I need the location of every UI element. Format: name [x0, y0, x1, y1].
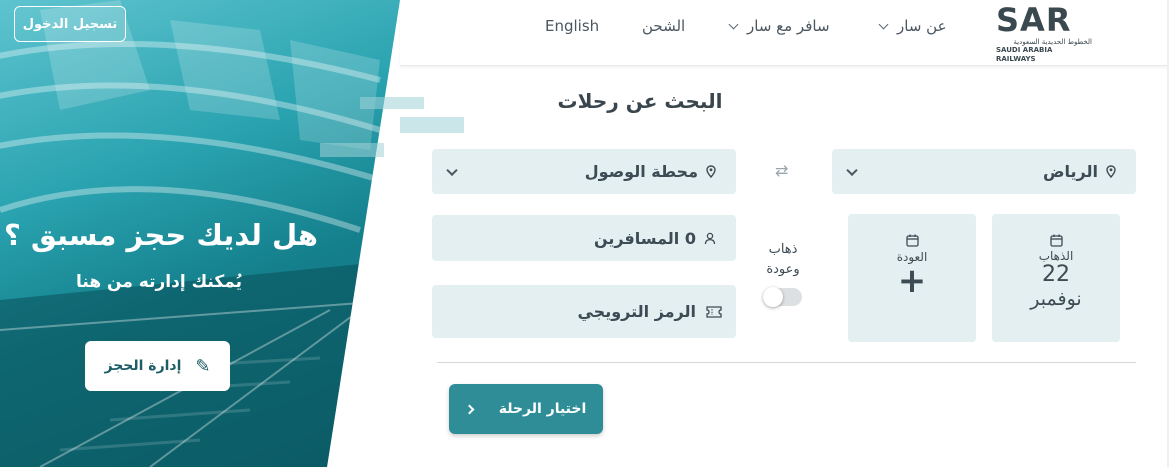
nav-language[interactable]: English	[545, 17, 599, 35]
nav-language-label: English	[545, 17, 600, 35]
location-pin-icon	[706, 165, 716, 178]
decor-block	[360, 97, 424, 109]
sar-logo[interactable]: SAR الخطوط الحديدية السعودية SAUDI ARABI…	[996, 1, 1092, 63]
add-return-icon[interactable]: +	[848, 264, 976, 298]
return-date-picker[interactable]: العودة +	[848, 214, 976, 342]
top-navigation-bar: English الشحن سافر مع سار عن سار SAR الخ…	[400, 0, 1169, 66]
passengers-selector[interactable]: 0 المسافرين	[432, 215, 736, 261]
login-button[interactable]: تسجيل الدخول	[14, 6, 126, 42]
destination-station-value: محطة الوصول	[584, 162, 698, 181]
round-trip-label: ذهاب وعودة	[760, 240, 806, 280]
nav-about-label: عن سار	[897, 17, 947, 35]
departure-label: الذهاب	[1038, 249, 1074, 263]
chevron-down-icon	[728, 19, 739, 29]
chevron-down-icon	[846, 164, 858, 176]
chevron-down-icon	[446, 164, 458, 176]
departure-day: 22	[1042, 262, 1070, 287]
chevron-right-icon	[464, 404, 475, 414]
form-divider	[437, 362, 1136, 363]
select-trip-label: اختيار الرحلة	[498, 401, 587, 417]
nav-travel-label: سافر مع سار	[747, 17, 830, 35]
toggle-knob	[763, 287, 783, 307]
decor-block	[400, 117, 464, 133]
origin-station-value: الرياض	[1043, 162, 1098, 181]
calendar-icon	[905, 234, 919, 247]
logo-arabic-text: الخطوط الحديدية السعودية	[1013, 38, 1092, 46]
passengers-label: 0 المسافرين	[593, 228, 696, 248]
departure-month: نوفمبر	[1030, 288, 1082, 310]
ticket-icon	[706, 305, 722, 318]
calendar-icon	[1049, 234, 1063, 247]
round-trip-label-line2: وعودة	[766, 262, 800, 277]
manage-booking-label: إدارة الحجز	[104, 358, 182, 374]
origin-station-select[interactable]: الرياض	[832, 149, 1136, 194]
destination-station-select[interactable]: محطة الوصول	[432, 149, 736, 194]
nav-about-sar[interactable]: عن سار	[878, 17, 947, 35]
nav-cargo-label: الشحن	[642, 17, 686, 35]
search-title: البحث عن رحلات	[557, 89, 723, 113]
nav-travel-with-sar[interactable]: سافر مع سار	[728, 17, 830, 35]
promo-code-field[interactable]: الرمز الترويجي	[432, 285, 736, 338]
location-pin-icon	[1106, 165, 1116, 178]
hero-banner: تسجيل الدخول هل لديك حجز مسبق ؟ يُمكنك إ…	[0, 0, 400, 467]
pencil-icon: ✎	[195, 355, 211, 377]
select-trip-button[interactable]: اختيار الرحلة	[449, 384, 603, 434]
promo-code-label: الرمز الترويجي	[577, 302, 696, 321]
chevron-down-icon	[878, 19, 889, 29]
nav-cargo[interactable]: الشحن	[642, 17, 685, 35]
swap-stations-icon[interactable]: ⇄	[775, 161, 788, 180]
hero-subtitle: يُمكنك إدارته من هنا	[76, 272, 242, 292]
decor-block	[320, 143, 384, 157]
departure-date-picker[interactable]: الذهاب 22 نوفمبر	[992, 214, 1120, 342]
round-trip-label-line1: ذهاب	[768, 242, 798, 257]
manage-booking-button[interactable]: إدارة الحجز ✎	[85, 341, 230, 391]
logo-wordmark: SAR	[996, 1, 1072, 39]
logo-english-text: SAUDI ARABIA RAILWAYS	[996, 46, 1053, 63]
user-icon	[704, 232, 716, 244]
round-trip-toggle[interactable]	[763, 287, 802, 307]
hero-title: هل لديك حجز مسبق ؟	[3, 218, 318, 252]
